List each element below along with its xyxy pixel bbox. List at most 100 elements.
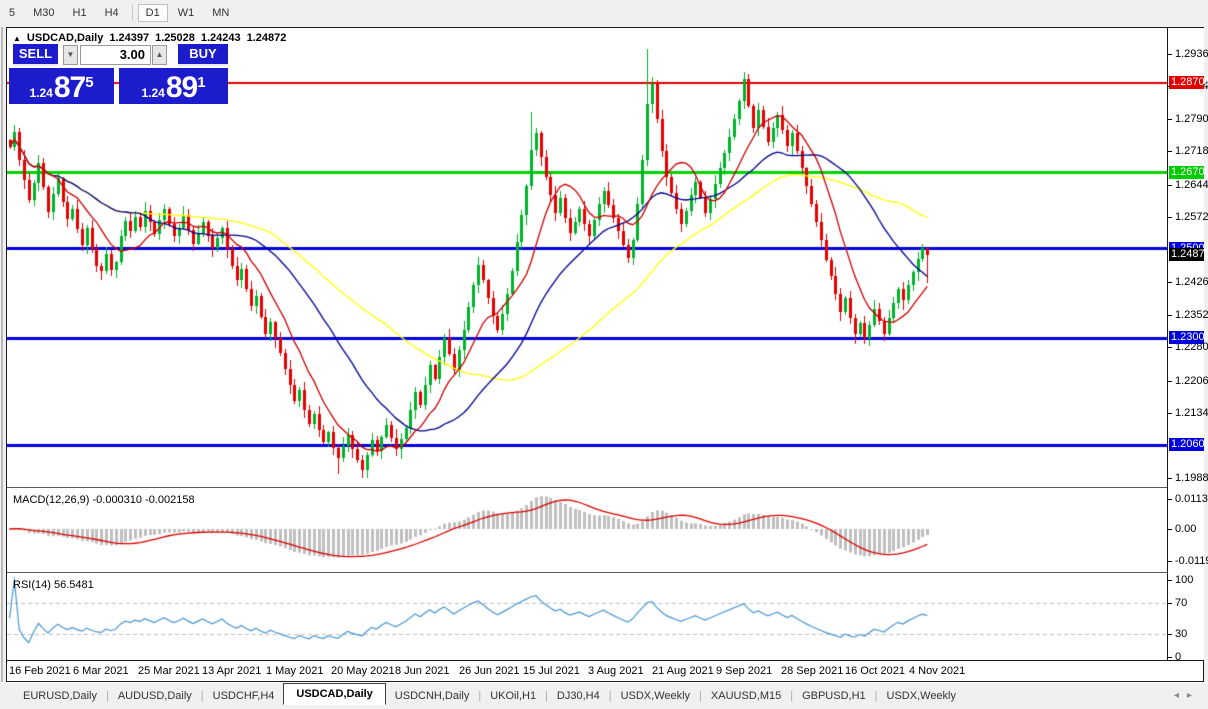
sell-price-main: 87: [53, 71, 86, 104]
macd-tick-mark: [1168, 499, 1172, 500]
price-level-badge: 1.23003: [1169, 331, 1208, 344]
price-level-badge: 1.28700: [1169, 76, 1208, 89]
macd-signal-value: -0.002158: [145, 494, 195, 506]
chart-header: ▲ USDCAD,Daily 1.24397 1.25028 1.24243 1…: [13, 32, 286, 44]
sell-price-pip: 5: [85, 74, 94, 91]
price-tick-label: 1.25720: [1175, 211, 1208, 223]
time-axis-label: 9 Sep 2021: [716, 665, 773, 677]
price-tick-label: 1.21340: [1175, 407, 1208, 419]
price-tick-label: 1.23520: [1175, 309, 1208, 321]
chart-tab-usdcad-daily[interactable]: USDCAD,Daily: [283, 683, 386, 705]
chart-tab-audusd-daily[interactable]: AUDUSD,Daily: [109, 687, 201, 705]
window-left-edge: [1, 27, 3, 682]
timeframe-button-5[interactable]: 5: [1, 4, 23, 22]
price-tick-mark: [1168, 282, 1172, 283]
timeframe-toolbar: 5 M30 H1 H4 D1 W1 MN: [0, 0, 1208, 25]
chevron-down-icon: ▼: [66, 50, 75, 59]
toolbar-separator: [131, 4, 133, 21]
chart-tab-bar: EURUSD,Daily | AUDUSD,Daily | USDCHF,H4 USDCA…: [0, 682, 1208, 709]
time-axis-label: 3 Aug 2021: [588, 665, 644, 677]
timeframe-button-h1[interactable]: H1: [65, 4, 95, 22]
price-tick-mark: [1168, 151, 1172, 152]
buy-price-display[interactable]: 1.24 89 1: [119, 68, 228, 104]
macd-tick-label: 0.01135: [1175, 493, 1208, 505]
timeframe-button-d1[interactable]: D1: [137, 3, 168, 22]
volume-decrease-button[interactable]: ▼: [63, 45, 78, 65]
macd-tick-mark: [1168, 561, 1172, 562]
chart-tab-ukoil-h1[interactable]: UKOil,H1: [481, 687, 545, 705]
ohlc-open: 1.24397: [109, 32, 150, 44]
time-axis-label: 6 Mar 2021: [73, 665, 129, 677]
price-tick-label: 1.19880: [1175, 472, 1208, 484]
sell-price-display[interactable]: 1.24 87 5: [9, 68, 114, 104]
chart-tab-usdx-weekly[interactable]: USDX,Weekly: [878, 687, 965, 705]
sell-button[interactable]: SELL: [13, 44, 58, 66]
tab-scroll-left-icon[interactable]: ◂: [1174, 690, 1187, 701]
rsi-tick-mark: [1168, 603, 1172, 604]
price-tick-mark: [1168, 315, 1172, 316]
time-axis-label: 8 Jun 2021: [395, 665, 450, 677]
trading-terminal: { "toolbar": { "timeframes": ["5", "M30"…: [0, 0, 1208, 709]
price-level-badge: 1.20609: [1169, 438, 1208, 451]
macd-tick-mark: [1168, 529, 1172, 530]
macd-name: MACD(12,26,9): [13, 494, 90, 506]
volume-increase-button[interactable]: ▲: [152, 45, 167, 65]
timeframe-button-mn[interactable]: MN: [204, 4, 237, 22]
one-click-trade-panel: SELL ▼ 3.00 ▲ BUY 1.24 87 5 1.24 89 1: [9, 44, 228, 104]
buy-price-main: 89: [165, 71, 198, 104]
rsi-tick-mark: [1168, 657, 1172, 658]
sell-price-prefix: 1.24: [29, 86, 53, 100]
time-axis-label: 16 Oct 2021: [845, 665, 905, 677]
rsi-name: RSI(14): [13, 579, 51, 591]
timeframe-button-m30[interactable]: M30: [25, 4, 62, 22]
rsi-tick-label: 30: [1175, 628, 1188, 640]
chart-tab-usdchf-h4[interactable]: USDCHF,H4: [204, 687, 284, 705]
time-axis: 16 Feb 2021 6 Mar 2021 25 Mar 2021 13 Apr 2…: [7, 661, 1203, 681]
price-tick-label: 1.26440: [1175, 179, 1208, 191]
time-axis-label: 13 Apr 2021: [202, 665, 262, 677]
price-tick-mark: [1168, 347, 1172, 348]
price-tick-mark: [1168, 119, 1172, 120]
chart-tab-dj30-h4[interactable]: DJ30,H4: [548, 687, 609, 705]
chart-tab-eurusd-daily[interactable]: EURUSD,Daily: [14, 687, 106, 705]
buy-price-pip: 1: [197, 74, 206, 91]
rsi-label: RSI(14) 56.5481: [13, 579, 94, 591]
rsi-value: 56.5481: [53, 579, 94, 591]
price-tick-mark: [1168, 478, 1172, 479]
chevron-up-icon: ▲: [155, 50, 164, 59]
price-axis: 1.293601.286401.279001.271801.264401.257…: [1167, 28, 1208, 663]
price-level-badge: 1.24872: [1169, 248, 1208, 261]
price-tick-label: 1.27900: [1175, 113, 1208, 125]
chart-tab-usdx-weekly[interactable]: USDX,Weekly: [612, 687, 699, 705]
macd-label: MACD(12,26,9) -0.000310 -0.002158: [13, 494, 195, 506]
rsi-tick-mark: [1168, 634, 1172, 635]
time-axis-label: 16 Feb 2021: [9, 665, 71, 677]
price-tick-label: 1.27180: [1175, 145, 1208, 157]
chart-tab-xauusd-m15[interactable]: XAUUSD,M15: [702, 687, 790, 705]
time-axis-label: 21 Aug 2021: [652, 665, 714, 677]
price-tick-mark: [1168, 185, 1172, 186]
time-axis-label: 4 Nov 2021: [909, 665, 966, 677]
time-axis-label: 26 Jun 2021: [459, 665, 520, 677]
price-tick-label: 1.29360: [1175, 48, 1208, 60]
buy-button[interactable]: BUY: [178, 44, 228, 66]
rsi-tick-label: 100: [1175, 574, 1194, 586]
time-axis-label: 1 May 2021: [266, 665, 324, 677]
collapse-icon[interactable]: ▲: [13, 34, 21, 43]
time-axis-label: 28 Sep 2021: [781, 665, 844, 677]
timeframe-button-h4[interactable]: H4: [97, 4, 127, 22]
price-tick-mark: [1168, 381, 1172, 382]
macd-tick-label: 0.00: [1175, 523, 1197, 535]
tab-scroll-arrows[interactable]: ◂▸: [1174, 690, 1200, 701]
time-axis-label: 20 May 2021: [331, 665, 395, 677]
timeframe-button-w1[interactable]: W1: [170, 4, 203, 22]
volume-input[interactable]: 3.00: [80, 45, 151, 65]
time-axis-label: 15 Jul 2021: [523, 665, 580, 677]
price-level-badge: 1.26700: [1169, 166, 1208, 179]
rsi-chart-canvas[interactable]: [7, 575, 1167, 660]
chart-tab-usdcnh-daily[interactable]: USDCNH,Daily: [386, 687, 479, 705]
tab-scroll-right-icon[interactable]: ▸: [1187, 690, 1200, 701]
chart-tab-gbpusd-h1[interactable]: GBPUSD,H1: [793, 687, 875, 705]
timeframe-buttons: 5 M30 H1 H4 D1 W1 MN: [0, 3, 238, 22]
macd-value: -0.000310: [92, 494, 143, 506]
